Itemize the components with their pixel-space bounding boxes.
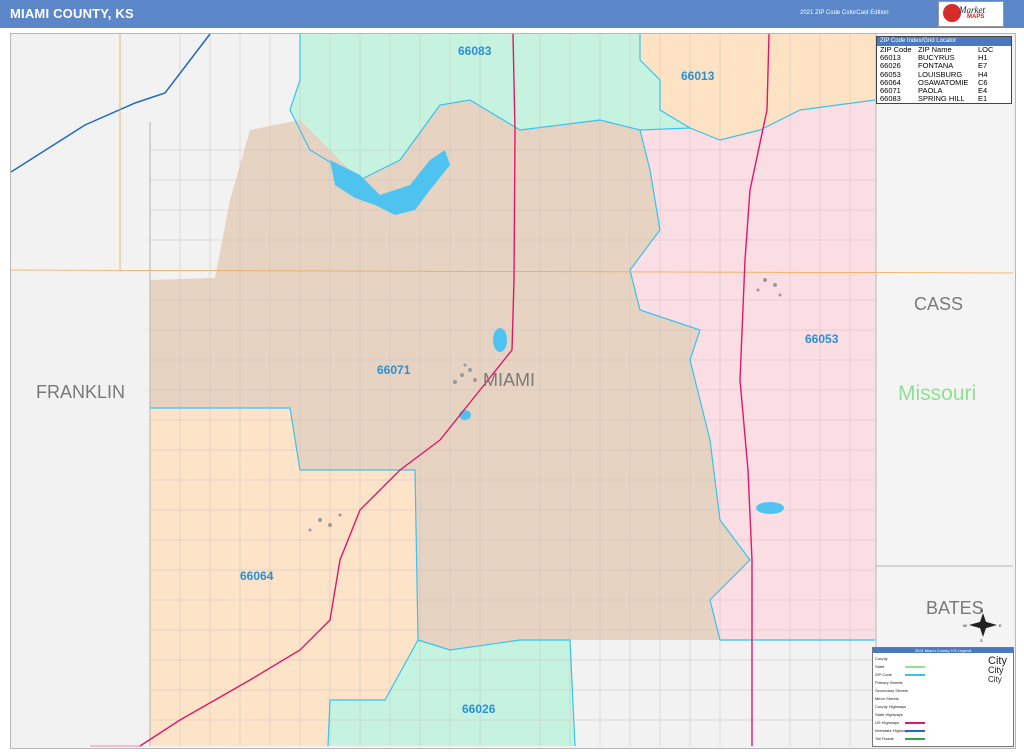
legend-title: 2021 Miami County, KS Legend <box>873 648 1013 653</box>
county-label-miami: MIAMI <box>483 370 535 390</box>
county-label-cass: CASS <box>914 294 963 314</box>
legend-item: County Highways <box>875 704 907 709</box>
legend-item: County <box>875 656 888 661</box>
legend-item: Toll Roads <box>875 736 894 741</box>
county-label-bates: BATES <box>926 598 984 618</box>
legend-line-interstate <box>905 730 925 732</box>
zip-label-66071: 66071 <box>377 363 411 377</box>
legend-item: State <box>875 664 885 669</box>
locator-name: SPRING HILL <box>918 94 965 104</box>
legend-line-zip <box>905 674 925 676</box>
locator-loc: E1 <box>978 94 988 104</box>
legend-item: ZIP Code <box>875 672 892 677</box>
zip-label-66026: 66026 <box>462 702 496 716</box>
legend-city-samples: City City City <box>988 656 1007 685</box>
legend-item: Primary Streets <box>875 680 903 685</box>
legend-city-2: City <box>988 665 1004 675</box>
zip-label-66013: 66013 <box>681 69 715 83</box>
zip-label-66083: 66083 <box>458 44 492 58</box>
compass-e: E <box>999 623 1002 628</box>
legend-item: Secondary Streets <box>875 688 908 693</box>
zip-locator-table: ZIP Code Index/Grid Locator ZIP Code ZIP… <box>876 36 1012 104</box>
legend-line-us <box>905 722 925 724</box>
compass-s: S <box>980 638 983 643</box>
zip-label-66053: 66053 <box>805 332 839 346</box>
state-label-missouri: Missouri <box>898 382 976 405</box>
lake-center <box>493 328 507 352</box>
compass-n: N <box>980 608 983 613</box>
zip-label-66064: 66064 <box>240 569 274 583</box>
map-canvas[interactable]: FRANKLIN CASS BATES MIAMI Missouri 66083… <box>0 0 1024 752</box>
legend-line-state <box>905 666 925 668</box>
locator-zip: 66083 <box>880 94 901 104</box>
legend-city-3: City <box>988 675 1002 684</box>
locator-row: 66083 SPRING HILL E1 <box>877 94 1011 104</box>
county-label-franklin: FRANKLIN <box>36 382 125 402</box>
lake-east <box>756 502 784 514</box>
legend-item: Minor Streets <box>875 696 899 701</box>
legend-line-toll <box>905 738 925 740</box>
legend-item: US Highways <box>875 720 900 725</box>
compass-w: W <box>963 623 967 628</box>
legend-item: State Highways <box>875 712 903 717</box>
